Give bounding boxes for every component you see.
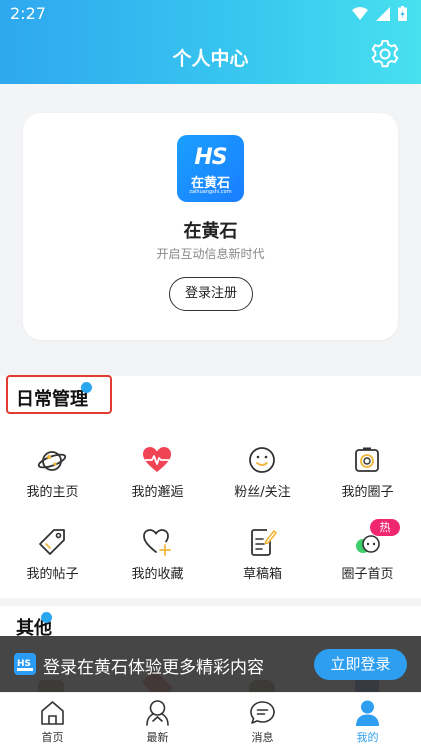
tab-mine[interactable]: 我的 [315, 693, 420, 748]
grid-item-label: 我的收藏 [131, 567, 184, 582]
grid-item-label: 我的圈子 [341, 485, 394, 500]
tab-label: 首页 [41, 731, 64, 744]
page-title: 个人中心 [172, 48, 249, 70]
smile-icon [249, 447, 275, 473]
wifi-icon [352, 6, 368, 20]
signal-icon [376, 6, 390, 21]
daily-section-title: 日常管理 [16, 389, 88, 410]
status-icons [352, 6, 407, 21]
profile-slogan: 开启互动信息新时代 [156, 247, 265, 261]
tab-label: 消息 [251, 731, 274, 744]
notification-dot [81, 382, 92, 393]
app-logo: HS 在黄石 zaihuangshi.com [177, 135, 244, 202]
daily-management-section: 日常管理 我的主页 我的邂逅 粉丝/关注 我的圈子 我的帖子 我的收藏 草稿箱 … [0, 375, 421, 598]
heart-plus-icon [143, 529, 171, 556]
grid-item-label: 我的邂逅 [131, 485, 184, 500]
grid-item-label: 我的主页 [26, 485, 79, 500]
tab-home[interactable]: 首页 [0, 693, 105, 748]
notification-dot [41, 612, 52, 623]
grid-item-label: 我的帖子 [26, 567, 79, 582]
grid-item-label: 圈子首页 [341, 567, 394, 582]
bottom-tab-bar: 首页 最新 消息 我的 [0, 692, 421, 748]
login-prompt-banner: HS 登录在黄石体验更多精彩内容 立即登录 [0, 636, 421, 692]
tag-icon [39, 529, 65, 555]
tab-latest[interactable]: 最新 [105, 693, 210, 748]
logo-domain: zaihuangshi.com [189, 189, 232, 195]
login-now-button[interactable]: 立即登录 [314, 649, 407, 680]
tab-label: 最新 [146, 731, 169, 744]
tab-label: 我的 [356, 731, 379, 744]
grid-item-label: 粉丝/关注 [234, 485, 291, 500]
message-icon [250, 701, 275, 724]
battery-icon [398, 6, 407, 21]
profile-name: 在黄石 [183, 221, 238, 242]
svg-text:HS: HS [17, 659, 31, 669]
gear-icon[interactable] [369, 38, 401, 70]
banner-text: 登录在黄石体验更多精彩内容 [43, 658, 264, 678]
status-time: 2:27 [10, 4, 46, 23]
header: 2:27 个人中心 [0, 0, 421, 84]
login-register-button[interactable]: 登录注册 [169, 277, 253, 311]
camera-icon [355, 447, 379, 472]
draft-icon [251, 529, 277, 556]
user-icon [356, 700, 379, 726]
planet-icon [37, 451, 67, 471]
status-bar: 2:27 [0, 0, 421, 28]
latest-icon [146, 700, 169, 726]
logo-mark: HS [194, 145, 227, 170]
hot-badge: 热 [370, 519, 400, 536]
app-logo-small-icon: HS [14, 653, 36, 675]
heartbeat-icon [143, 447, 171, 472]
profile-card: HS 在黄石 zaihuangshi.com 在黄石 开启互动信息新时代 登录注… [23, 113, 398, 340]
home-icon [41, 701, 64, 725]
tab-messages[interactable]: 消息 [210, 693, 315, 748]
grid-item-label: 草稿箱 [242, 567, 282, 582]
